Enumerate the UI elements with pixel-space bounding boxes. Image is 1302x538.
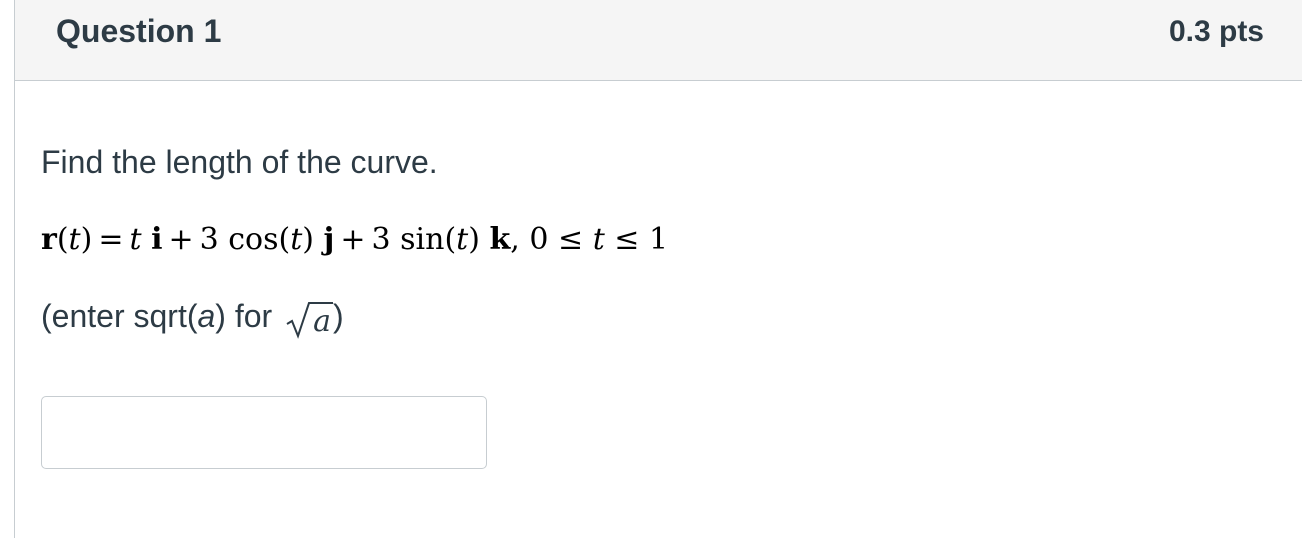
formula-cos-term: 3 cos(: [199, 222, 291, 257]
question-header: Question 1 0.3 pts: [15, 0, 1302, 81]
formula-plus-2: +: [340, 222, 366, 257]
question-points: 0.3 pts: [1168, 15, 1264, 48]
formula-t4: t: [592, 222, 605, 257]
formula-range-end: ≤ 1: [614, 222, 669, 257]
answer-input[interactable]: [41, 396, 487, 469]
sqrt-radicand: a: [311, 302, 333, 339]
formula-t-paren: (t): [56, 222, 93, 257]
formula-i: i: [151, 222, 163, 257]
hint-middle: ) for: [215, 298, 273, 334]
radical-icon: [286, 302, 314, 339]
formula-close-1: ): [302, 222, 314, 257]
formula-t3: t: [456, 222, 469, 257]
formula-r: r: [41, 222, 57, 257]
sqrt-hint: (enter sqrt(a) for a ): [41, 298, 344, 339]
formula-k: k: [489, 222, 511, 257]
curve-formula: r(t) = t i +3 cos(t) j +3 sin(t) k, 0 ≤ t ≤ …: [41, 222, 668, 257]
hint-suffix: ): [332, 298, 344, 334]
question-title: Question 1: [56, 13, 222, 49]
formula-sin-term: 3 sin(: [371, 222, 457, 257]
sqrt-symbol: a: [285, 302, 333, 339]
formula-equals: =: [98, 222, 124, 257]
hint-prefix: (enter sqrt(: [41, 298, 198, 334]
formula-range: , 0 ≤: [510, 222, 584, 257]
question-prompt: Find the length of the curve.: [41, 144, 438, 180]
formula-close-2: ): [468, 222, 480, 257]
formula-j: j: [323, 222, 335, 257]
formula-t2: t: [290, 222, 303, 257]
formula-plus-1: +: [168, 222, 194, 257]
hint-var: a: [197, 298, 216, 334]
formula-t: t: [129, 222, 142, 257]
